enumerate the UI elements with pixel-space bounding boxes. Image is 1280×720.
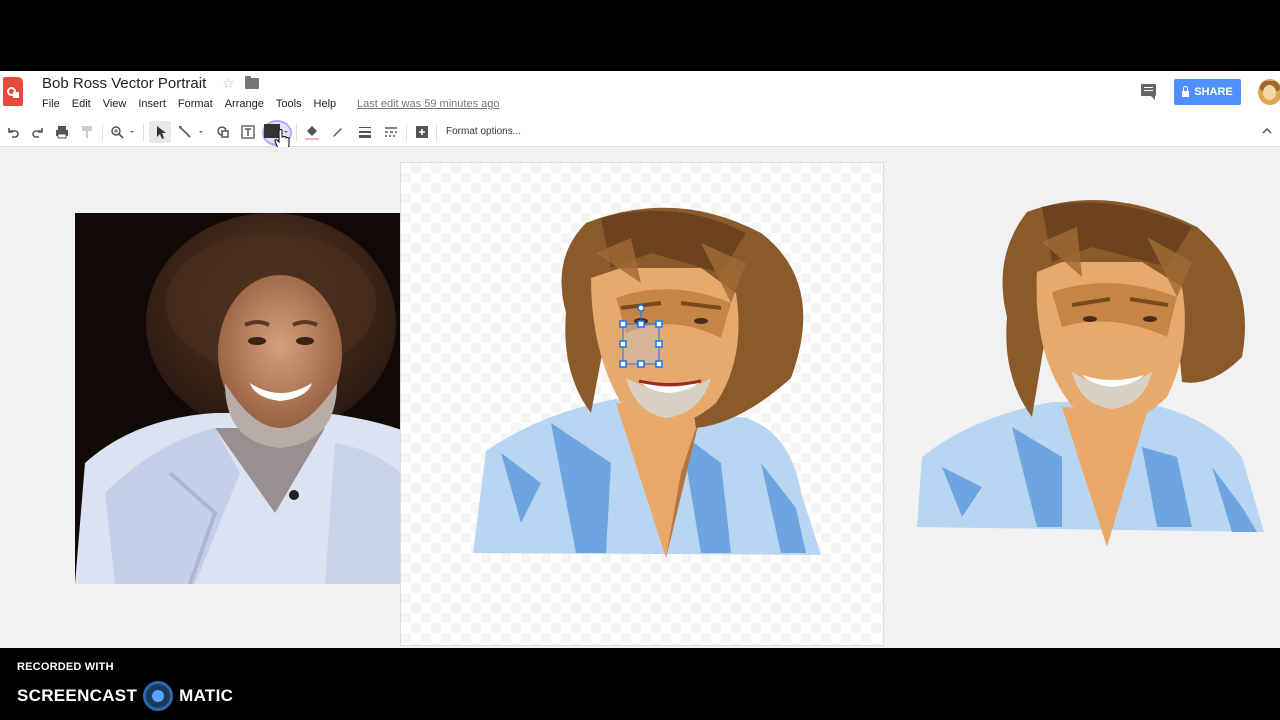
star-icon[interactable]: ☆: [222, 75, 235, 92]
line-dropdown-icon[interactable]: [195, 123, 207, 141]
zoom-dropdown-icon[interactable]: [126, 123, 138, 141]
reference-photo[interactable]: [75, 213, 448, 584]
finished-vector-portrait[interactable]: [912, 187, 1272, 547]
recorded-with-label: RECORDED WITH: [17, 661, 114, 673]
line-weight-icon[interactable]: [356, 123, 374, 141]
brand-left: SCREENCAST: [17, 686, 138, 705]
drawings-app: Bob Ross Vector Portrait ☆ File Edit Vie…: [0, 71, 1280, 648]
drawings-logo-icon[interactable]: [3, 77, 23, 106]
menu-insert[interactable]: Insert: [138, 97, 178, 113]
lock-icon: [1182, 85, 1190, 97]
shape-icon[interactable]: [214, 123, 232, 141]
zoom-icon[interactable]: [108, 123, 126, 141]
last-edit-link[interactable]: Last edit was 59 minutes ago: [357, 98, 499, 110]
toolbar-divider: [143, 124, 144, 141]
share-label: SHARE: [1194, 86, 1233, 98]
toolbar-divider: [406, 124, 407, 141]
drawing-canvas[interactable]: [0, 147, 1280, 648]
menu-tools[interactable]: Tools: [276, 97, 314, 113]
print-icon[interactable]: [53, 123, 71, 141]
menu-edit[interactable]: Edit: [72, 97, 103, 113]
line-dash-icon[interactable]: [382, 123, 400, 141]
menu-help[interactable]: Help: [314, 97, 349, 113]
menu-view[interactable]: View: [103, 97, 139, 113]
toolbar: Format options...: [0, 118, 1280, 150]
avatar[interactable]: [1258, 79, 1280, 105]
paint-format-icon[interactable]: [78, 123, 96, 141]
toolbar-divider: [296, 124, 297, 141]
record-dot-icon: [143, 681, 174, 711]
folder-icon[interactable]: [245, 76, 259, 89]
line-icon[interactable]: [176, 123, 194, 141]
insert-icon[interactable]: [413, 123, 431, 141]
textbox-icon[interactable]: [239, 123, 257, 141]
line-color-icon[interactable]: [329, 123, 347, 141]
document-title[interactable]: Bob Ross Vector Portrait: [42, 75, 206, 92]
menu-bar: File Edit View Insert Format Arrange Too…: [42, 97, 348, 113]
collapse-toolbar-icon[interactable]: [1260, 124, 1274, 138]
menu-format[interactable]: Format: [178, 97, 225, 113]
undo-icon[interactable]: [4, 123, 22, 141]
drawing-page[interactable]: [400, 162, 884, 646]
redo-icon[interactable]: [29, 123, 47, 141]
brand-right: MATIC: [179, 686, 234, 705]
toolbar-divider: [436, 124, 437, 141]
fill-color-icon[interactable]: [303, 123, 321, 141]
app-header: Bob Ross Vector Portrait ☆ File Edit Vie…: [0, 71, 1280, 118]
menu-arrange[interactable]: Arrange: [225, 97, 276, 113]
share-button[interactable]: SHARE: [1174, 79, 1241, 105]
toolbar-divider: [102, 124, 103, 141]
screencast-watermark: RECORDED WITH SCREENCAST MATIC: [0, 648, 1280, 720]
menu-file[interactable]: File: [42, 97, 72, 113]
screen-top-border: [0, 0, 1280, 71]
select-icon[interactable]: [151, 123, 169, 141]
comments-icon[interactable]: [1141, 84, 1156, 100]
format-options-button[interactable]: Format options...: [446, 126, 521, 137]
screencast-matic-logo: SCREENCAST MATIC: [17, 681, 233, 711]
